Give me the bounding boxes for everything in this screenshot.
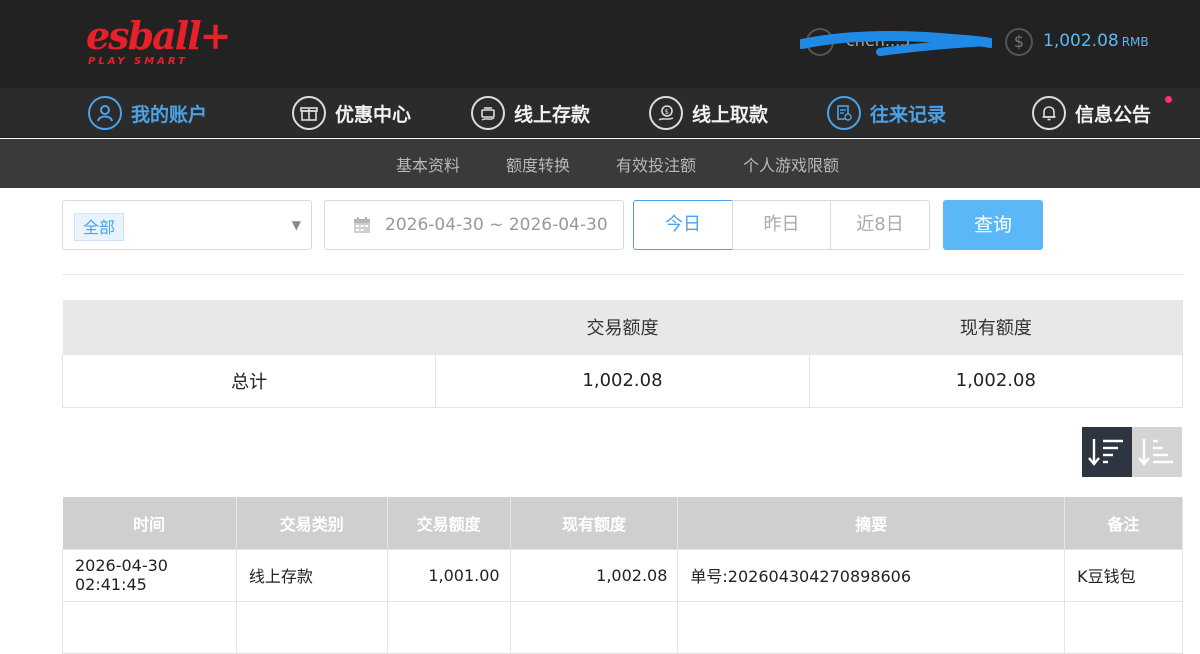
nav-withdraw[interactable]: $ 线上取款 [649,88,768,138]
subnav-valid-bets[interactable]: 有效投注额 [616,152,696,176]
summary-table: 交易额度 现有额度 总计 1,002.08 1,002.08 [61,300,1184,408]
nav-label: 我的账户 [131,103,208,126]
summary-header-balance: 现有额度 [809,300,1183,354]
nav-announcements[interactable]: 信息公告 [1032,88,1151,138]
summary-total-label: 总计 [61,353,437,408]
selected-type-chip: 全部 [74,213,125,241]
empty-cell [386,600,511,654]
col-header-remark[interactable]: 备注 [1064,497,1183,549]
empty-cell [1064,600,1183,654]
col-header-amount[interactable]: 交易额度 [387,497,511,549]
cell-balance: 1,002.08 [509,548,679,602]
balance-display: 1,002.08 RMB [1043,31,1149,51]
empty-cell [509,600,679,654]
nav-my-account[interactable]: 我的账户 [88,88,207,138]
col-header-balance[interactable]: 现有额度 [510,497,679,549]
dollar-icon: $ [1005,28,1033,56]
balance-amount: 1,002.08 [1043,31,1119,51]
sort-asc-icon [1138,439,1173,466]
withdraw-icon: $ [649,96,683,130]
today-button[interactable]: 今日 [633,200,733,250]
cell-amount: 1,001.00 [386,548,511,602]
table-row[interactable]: 2026-04-30 02:41:45 线上存款 1,001.00 1,002.… [62,548,1183,602]
summary-total-balance: 1,002.08 [808,353,1184,408]
cell-remark: K豆钱包 [1064,548,1183,602]
summary-header-row: 交易额度 现有额度 [62,300,1183,354]
top-bar: esball+ PLAY SMART chen...3 $ 1,002.08 RM… [0,0,1200,88]
summary-row: 总计 1,002.08 1,002.08 [61,353,1184,408]
deposit-icon [471,96,505,130]
last-8-days-button[interactable]: 近8日 [830,200,930,250]
nav-label: 信息公告 [1075,103,1152,126]
records-icon [827,96,861,130]
divider [62,274,1183,275]
sort-descending-button[interactable] [1082,427,1132,477]
date-range-picker[interactable]: 2026-04-30 ~ 2026-04-30 [324,200,624,250]
currency-label: RMB [1121,35,1149,49]
subnav-transfer[interactable]: 额度转换 [506,152,570,176]
records-table: 时间 交易类别 交易额度 现有额度 摘要 备注 2026-04-30 02:41… [62,497,1183,654]
col-header-type[interactable]: 交易类别 [236,497,388,549]
yesterday-button[interactable]: 昨日 [732,200,831,250]
subnav-game-limits[interactable]: 个人游戏限额 [743,152,839,176]
cell-time: 2026-04-30 02:41:45 [62,548,237,602]
nav-records[interactable]: 往来记录 [827,88,946,138]
gift-icon [292,96,326,130]
empty-cell [235,600,388,654]
empty-cell [677,600,1066,654]
cell-summary: 单号:202604304270898606 [677,548,1066,602]
nav-deposit[interactable]: 线上存款 [471,88,590,138]
nav-label: 优惠中心 [335,103,412,126]
notification-dot [1165,96,1172,103]
table-row[interactable] [62,600,1183,654]
esball-logo[interactable]: esball+ PLAY SMART [86,13,231,70]
bell-icon [1032,96,1066,130]
calendar-icon [354,217,370,233]
query-button[interactable]: 查询 [943,200,1043,250]
summary-header-blank [62,300,436,354]
logo-tagline: PLAY SMART [88,56,188,67]
svg-text:$: $ [665,108,669,116]
user-area: chen...3 $ 1,002.08 RMB [800,22,1200,62]
chevron-down-icon: ▼ [291,218,301,232]
sort-ascending-button[interactable] [1132,427,1182,477]
main-nav: 我的账户 优惠中心 线上存款 $ 线上取款 往来记录 信息公告 [0,88,1200,138]
nav-label: 线上取款 [692,103,769,126]
user-icon [88,96,122,130]
col-header-time[interactable]: 时间 [62,497,237,549]
subnav-basic-info[interactable]: 基本资料 [396,152,460,176]
empty-cell [62,600,237,654]
nav-label: 往来记录 [870,103,947,126]
logo-text: esball+ [86,13,231,58]
nav-label: 线上存款 [514,103,591,126]
sub-nav: 基本资料 额度转换 有效投注额 个人游戏限额 [0,139,1200,188]
cell-type: 线上存款 [235,548,388,602]
summary-total-amount: 1,002.08 [435,353,810,408]
col-header-summary[interactable]: 摘要 [677,497,1066,549]
records-header-row: 时间 交易类别 交易额度 现有额度 摘要 备注 [62,497,1183,549]
summary-header-amount: 交易额度 [435,300,810,354]
sort-desc-icon [1088,439,1123,466]
redaction-scribble [800,31,992,56]
nav-promotions[interactable]: 优惠中心 [292,88,411,138]
type-select[interactable]: 全部 ▼ [62,200,312,250]
date-range-text: 2026-04-30 ~ 2026-04-30 [385,215,608,235]
